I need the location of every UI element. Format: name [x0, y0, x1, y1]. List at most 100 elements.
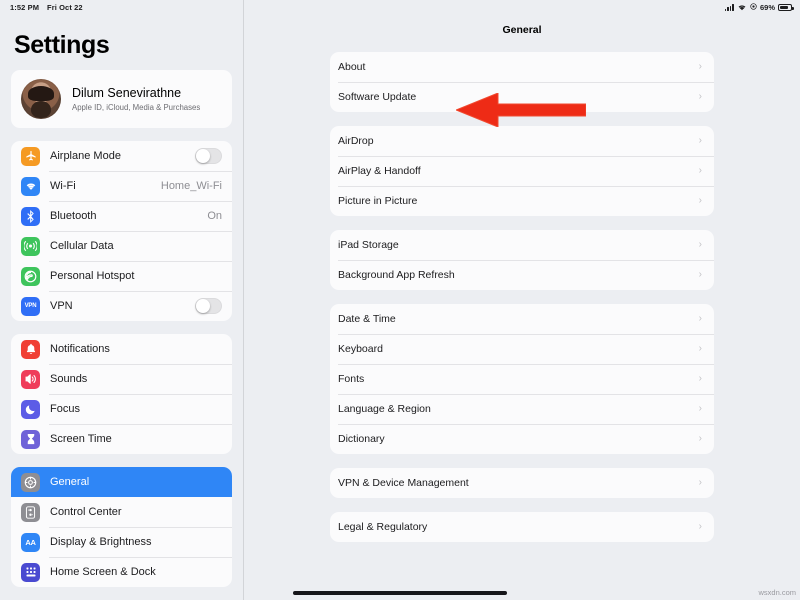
vpn-icon: VPN	[21, 296, 40, 316]
detail-item-fonts[interactable]: Fonts ›	[330, 364, 714, 394]
sidebar-item-display-brightness[interactable]: AA Display & Brightness	[11, 527, 232, 557]
detail-item-label: About	[338, 61, 366, 73]
chevron-right-icon: ›	[698, 165, 702, 176]
chevron-right-icon: ›	[698, 313, 702, 324]
sidebar-item-label: Focus	[50, 403, 80, 415]
sidebar-item-label: Personal Hotspot	[50, 270, 135, 282]
chevron-right-icon: ›	[698, 521, 702, 532]
sidebar-item-bluetooth[interactable]: Bluetooth On	[11, 201, 232, 231]
detail-item-vpn-device-management[interactable]: VPN & Device Management ›	[330, 468, 714, 498]
chevron-right-icon: ›	[698, 433, 702, 444]
notifications-bell-icon	[21, 339, 40, 359]
detail-item-label: Keyboard	[338, 343, 383, 355]
detail-group-6: Legal & Regulatory ›	[330, 512, 714, 542]
detail-item-background-app-refresh[interactable]: Background App Refresh ›	[330, 260, 714, 290]
detail-item-label: Picture in Picture	[338, 195, 418, 207]
sidebar-item-screen-time[interactable]: Screen Time	[11, 424, 232, 454]
bluetooth-icon	[21, 206, 40, 226]
sidebar-item-airplane-mode[interactable]: Airplane Mode	[11, 141, 232, 171]
sidebar-item-cellular-data[interactable]: Cellular Data	[11, 231, 232, 261]
sidebar-item-focus[interactable]: Focus	[11, 394, 232, 424]
detail-item-label: Dictionary	[338, 433, 385, 445]
detail-group-3: iPad Storage › Background App Refresh ›	[330, 230, 714, 290]
status-bar-right: 69%	[724, 3, 794, 13]
settings-sidebar[interactable]: Settings Dilum Senevirathne Apple ID, iC…	[0, 15, 243, 600]
sidebar-group-3: General Control Center AA Display & Brightn…	[11, 467, 232, 587]
detail-item-legal-regulatory[interactable]: Legal & Regulatory ›	[330, 512, 714, 542]
battery-icon	[778, 4, 794, 11]
home-indicator-bar[interactable]	[293, 591, 507, 595]
detail-title: General	[502, 24, 542, 36]
detail-item-language-region[interactable]: Language & Region ›	[330, 394, 714, 424]
sidebar-item-label: Control Center	[50, 506, 122, 518]
toggle-switch[interactable]	[195, 298, 222, 314]
sidebar-item-sounds[interactable]: Sounds	[11, 364, 232, 394]
chevron-right-icon: ›	[698, 195, 702, 206]
sidebar-groups: Airplane Mode Wi-Fi Home_Wi-Fi Bluetooth On C…	[0, 141, 243, 587]
sidebar-item-label: Wi-Fi	[50, 180, 76, 192]
watermark: wsxdn.com	[758, 588, 796, 597]
cellular-signal-icon	[724, 4, 734, 11]
detail-item-label: Legal & Regulatory	[338, 521, 428, 533]
sidebar-item-control-center[interactable]: Control Center	[11, 497, 232, 527]
detail-item-airdrop[interactable]: AirDrop ›	[330, 126, 714, 156]
sidebar-group-2: Notifications Sounds Focus Screen Time	[11, 334, 232, 454]
detail-group-4: Date & Time › Keyboard › Fonts › Language & Re…	[330, 304, 714, 454]
wifi-icon	[737, 3, 747, 13]
sidebar-item-personal-hotspot[interactable]: Personal Hotspot	[11, 261, 232, 291]
sidebar-item-general[interactable]: General	[11, 467, 232, 497]
detail-item-ipad-storage[interactable]: iPad Storage ›	[330, 230, 714, 260]
chevron-right-icon: ›	[698, 269, 702, 280]
sidebar-item-vpn[interactable]: VPN VPN	[11, 291, 232, 321]
sidebar-item-label: General	[50, 476, 90, 488]
sidebar-group-1: Airplane Mode Wi-Fi Home_Wi-Fi Bluetooth On C…	[11, 141, 232, 321]
apple-id-row[interactable]: Dilum Senevirathne Apple ID, iCloud, Med…	[11, 70, 232, 128]
detail-item-date-time[interactable]: Date & Time ›	[330, 304, 714, 334]
sidebar-item-label: Sounds	[50, 373, 88, 385]
status-time: 1:52 PM	[10, 3, 40, 12]
detail-item-about[interactable]: About ›	[330, 52, 714, 82]
detail-item-airplay-handoff[interactable]: AirPlay & Handoff ›	[330, 156, 714, 186]
avatar	[21, 79, 61, 119]
chevron-right-icon: ›	[698, 61, 702, 72]
detail-group-5: VPN & Device Management ›	[330, 468, 714, 498]
airplane-icon	[21, 146, 40, 166]
left-pointing-arrow-annotation	[454, 92, 587, 128]
sidebar-item-label: Notifications	[50, 343, 110, 355]
detail-item-label: AirDrop	[338, 135, 374, 147]
chevron-right-icon: ›	[698, 343, 702, 354]
sidebar-item-wi-fi[interactable]: Wi-Fi Home_Wi-Fi	[11, 171, 232, 201]
battery-percent: 69%	[759, 3, 775, 12]
chevron-right-icon: ›	[698, 477, 702, 488]
status-bar-left: 1:52 PM Fri Oct 22	[10, 3, 83, 12]
sidebar-divider	[243, 0, 244, 600]
detail-item-label: Date & Time	[338, 313, 396, 325]
detail-group-2: AirDrop › AirPlay & Handoff › Picture in Pic…	[330, 126, 714, 216]
location-arrow-icon	[750, 3, 757, 12]
sidebar-item-label: Bluetooth	[50, 210, 97, 222]
wifi-icon	[21, 176, 40, 196]
sidebar-item-label: Screen Time	[50, 433, 112, 445]
detail-item-dictionary[interactable]: Dictionary ›	[330, 424, 714, 454]
sidebar-item-label: VPN	[50, 300, 73, 312]
chevron-right-icon: ›	[698, 403, 702, 414]
home-screen-dock-icon	[21, 562, 40, 582]
sidebar-item-home-screen-dock[interactable]: Home Screen & Dock	[11, 557, 232, 587]
detail-item-keyboard[interactable]: Keyboard ›	[330, 334, 714, 364]
profile-name: Dilum Senevirathne	[72, 85, 182, 100]
detail-item-picture-in-picture[interactable]: Picture in Picture ›	[330, 186, 714, 216]
detail-item-label: VPN & Device Management	[338, 477, 469, 489]
sidebar-item-notifications[interactable]: Notifications	[11, 334, 232, 364]
control-center-icon	[21, 502, 40, 522]
toggle-switch[interactable]	[195, 148, 222, 164]
sidebar-item-value: Home_Wi-Fi	[160, 180, 222, 192]
page-title: Settings	[14, 31, 110, 59]
detail-item-label: Background App Refresh	[338, 269, 455, 281]
sidebar-item-label: Display & Brightness	[50, 536, 152, 548]
apple-id-card[interactable]: Dilum Senevirathne Apple ID, iCloud, Med…	[11, 70, 232, 128]
sidebar-item-label: Airplane Mode	[50, 150, 121, 162]
screen-time-hourglass-icon	[21, 429, 40, 449]
chevron-right-icon: ›	[698, 135, 702, 146]
ipad-settings-screen: 1:52 PM Fri Oct 22 69% Settings Dilum Se…	[0, 0, 800, 600]
hotspot-icon	[21, 266, 40, 286]
